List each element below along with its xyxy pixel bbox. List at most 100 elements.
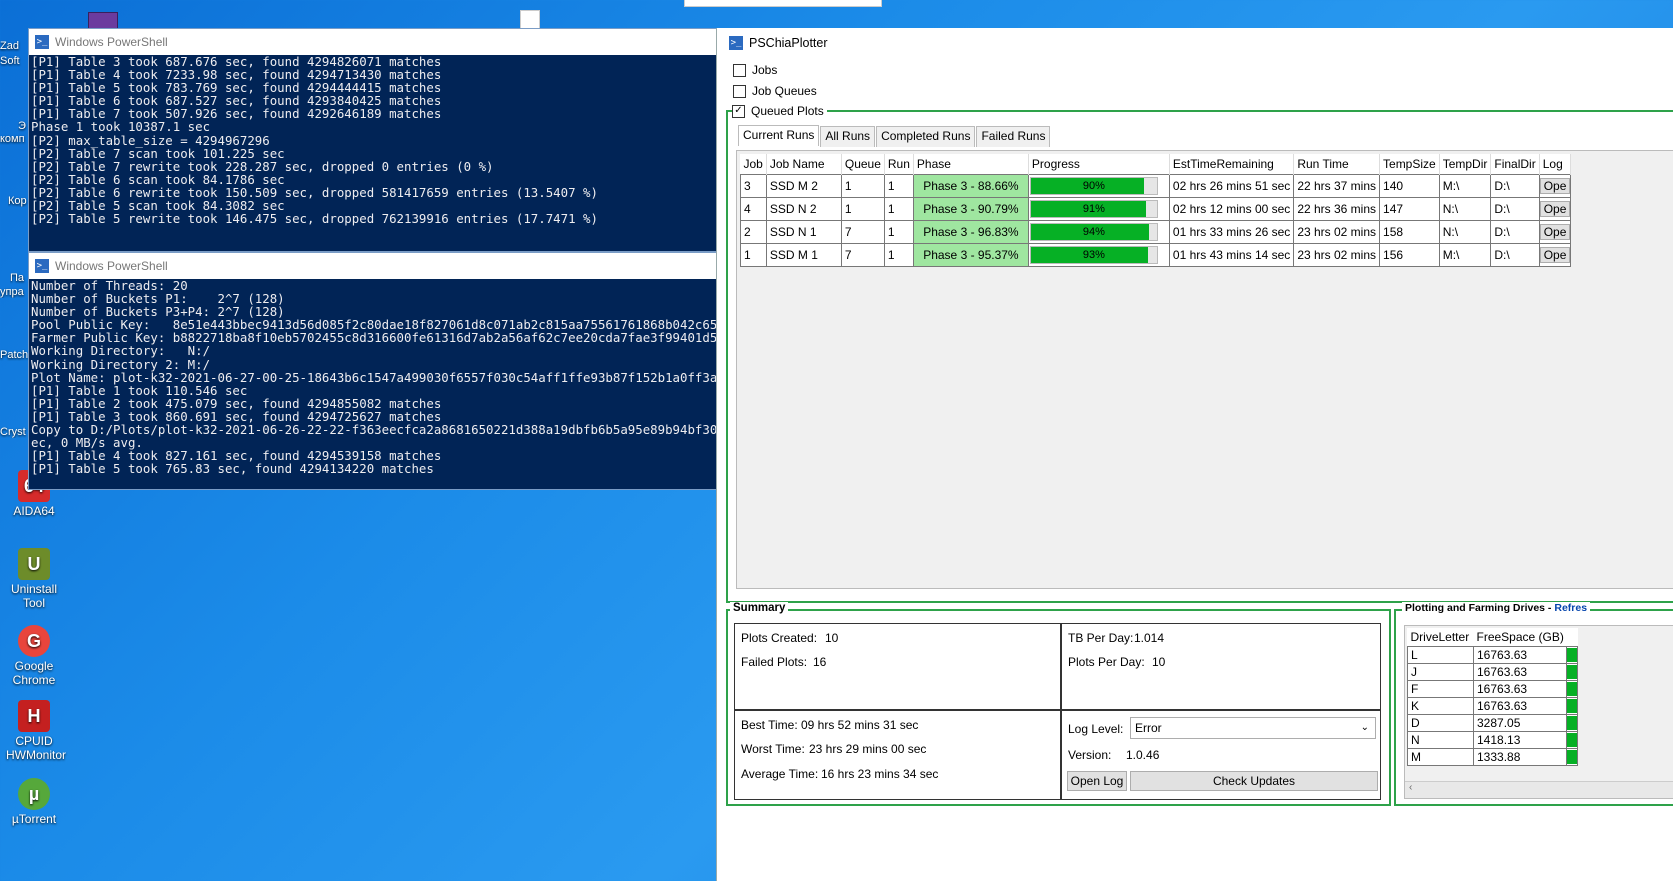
- job-cell: 3: [740, 174, 767, 198]
- table-row[interactable]: N 1418.13: [1407, 731, 1579, 749]
- column-header[interactable]: Queue: [841, 154, 885, 175]
- console-output[interactable]: Number of Threads: 20 Number of Buckets P…: [29, 279, 718, 476]
- tab-failed-runs[interactable]: Failed Runs: [976, 126, 1051, 147]
- column-header[interactable]: FinalDir: [1490, 154, 1540, 175]
- tab-all-runs[interactable]: All Runs: [820, 126, 876, 147]
- desktop-icon-uninstall-tool[interactable]: U Uninstall Tool: [0, 548, 68, 610]
- hwmonitor-icon: H: [18, 700, 50, 732]
- table-row[interactable]: D 3287.05: [1407, 714, 1579, 732]
- column-header[interactable]: Phase: [913, 154, 1029, 175]
- desktop-icon-label: CPUID HWMonitor: [6, 734, 67, 762]
- usage-cell: [1566, 646, 1579, 664]
- plots-created-value: 10: [825, 631, 839, 645]
- console-line: [P2] max_table_size = 4294967296: [31, 132, 270, 148]
- horizontal-scrollbar[interactable]: ‹: [1405, 781, 1673, 798]
- open-log-row-button[interactable]: Ope: [1539, 201, 1571, 217]
- desktop-label-fragment[interactable]: комп: [0, 133, 30, 145]
- desktop-label-fragment[interactable]: Zad: [0, 40, 30, 52]
- desktop-label-fragment[interactable]: Soft: [0, 55, 30, 67]
- progress-text: 90%: [1082, 180, 1105, 192]
- checkbox-box[interactable]: [733, 63, 746, 77]
- progress-cell: 90%: [1027, 174, 1170, 198]
- column-header[interactable]: Run: [884, 154, 914, 175]
- column-header[interactable]: TempDir: [1439, 154, 1492, 175]
- progress-cell: 91%: [1027, 197, 1170, 221]
- log-level-value: Error: [1135, 721, 1162, 735]
- job-cell: 4: [740, 197, 767, 221]
- refresh-link[interactable]: Refres: [1554, 602, 1587, 614]
- usage-cell: [1566, 663, 1579, 681]
- job-name-cell: SSD M 1: [765, 243, 842, 267]
- column-header[interactable]: EstTimeRemaining: [1169, 154, 1295, 175]
- final-dir-cell: D:\: [1490, 197, 1540, 221]
- powershell-window-top[interactable]: >_ Windows PowerShell [P1] Table 3 took …: [28, 28, 718, 252]
- table-row[interactable]: 1 SSD M 1 7 1 Phase 3 - 95.37% 93% 01 hrs 43 m…: [740, 243, 1572, 267]
- table-row[interactable]: F 16763.63: [1407, 680, 1579, 698]
- table-row[interactable]: 2 SSD N 1 7 1 Phase 3 - 96.83% 94% 01 hrs 33 m…: [740, 220, 1572, 244]
- phase-cell: Phase 3 - 95.37%: [912, 243, 1029, 267]
- drive-letter-cell: N: [1407, 731, 1474, 749]
- desktop-icon-google-chrome[interactable]: G Google Chrome: [0, 625, 68, 687]
- drive-letter-cell: L: [1407, 646, 1474, 664]
- log-level-select[interactable]: Error ⌄: [1130, 717, 1376, 739]
- powershell-titlebar[interactable]: >_ Windows PowerShell: [29, 29, 717, 55]
- table-row[interactable]: M 1333.88: [1407, 748, 1579, 766]
- table-row[interactable]: 3 SSD M 2 1 1 Phase 3 - 88.66% 90% 02 hrs 26 m…: [740, 174, 1572, 198]
- free-space-cell: 16763.63: [1472, 697, 1568, 715]
- powershell-titlebar[interactable]: >_ Windows PowerShell: [29, 253, 717, 279]
- desktop-icon-hwmonitor[interactable]: H CPUID HWMonitor: [0, 700, 68, 762]
- column-header[interactable]: FreeSpace (GB): [1474, 628, 1567, 647]
- phase-cell: Phase 3 - 96.83%: [912, 220, 1029, 244]
- checkbox-label: Jobs: [752, 63, 778, 77]
- tab-current-runs[interactable]: Current Runs: [738, 125, 820, 146]
- checkbox-box[interactable]: [733, 84, 746, 98]
- checkbox-box[interactable]: ✓: [732, 104, 745, 118]
- jobs-checkbox[interactable]: Jobs: [733, 63, 777, 77]
- table-row[interactable]: K 16763.63: [1407, 697, 1579, 715]
- console-line: Plot Name: plot-k32-2021-06-27-00-25-186…: [31, 369, 718, 385]
- job-queues-checkbox[interactable]: Job Queues: [733, 84, 817, 98]
- column-header[interactable]: Run Time: [1293, 154, 1381, 175]
- column-header[interactable]: DriveLetter: [1408, 628, 1474, 647]
- column-header[interactable]: Job Name: [766, 154, 842, 175]
- tab-completed-runs[interactable]: Completed Runs: [876, 126, 976, 147]
- run-time-cell: 22 hrs 36 mins: [1293, 197, 1381, 221]
- plots-created-label: Plots Created:: [741, 631, 818, 645]
- run-time-cell: 22 hrs 37 mins: [1293, 174, 1381, 198]
- job-name-cell: SSD M 2: [765, 174, 842, 198]
- open-log-row-button[interactable]: Ope: [1539, 224, 1571, 240]
- drives-grid: DriveLetter FreeSpace (GB) L 16763.63 J 167…: [1404, 625, 1673, 799]
- column-header[interactable]: Job: [740, 154, 767, 175]
- console-line: [P2] Table 7 rewrite took 228.287 sec, d…: [31, 158, 494, 174]
- open-log-button[interactable]: Open Log: [1067, 771, 1127, 791]
- table-row[interactable]: L 16763.63: [1407, 646, 1579, 664]
- open-log-row-button[interactable]: Ope: [1539, 178, 1571, 194]
- pschiaplotter-titlebar[interactable]: >_ PSChiaPlotter: [717, 28, 1673, 58]
- usage-cell: [1566, 748, 1579, 766]
- desktop-icon-label: AIDA64: [13, 504, 55, 518]
- desktop-label-fragment[interactable]: Patch: [0, 349, 30, 361]
- console-output[interactable]: [P1] Table 3 took 687.676 sec, found 429…: [29, 55, 717, 225]
- column-header[interactable]: TempSize: [1379, 154, 1440, 175]
- chevron-left-icon[interactable]: ‹: [1409, 782, 1412, 793]
- free-space-cell: 16763.63: [1472, 680, 1568, 698]
- column-header[interactable]: Log: [1539, 154, 1572, 175]
- desktop-icon-utorrent[interactable]: µ µTorrent: [0, 778, 68, 826]
- progress-bar: 91%: [1029, 200, 1158, 218]
- open-log-row-button[interactable]: Ope: [1539, 247, 1571, 263]
- desktop-label-fragment[interactable]: упра: [0, 286, 30, 298]
- table-row[interactable]: J 16763.63: [1407, 663, 1579, 681]
- free-space-cell: 16763.63: [1472, 646, 1568, 664]
- run-cell: 1: [883, 220, 914, 244]
- desktop-label-fragment[interactable]: Cryst: [0, 426, 30, 438]
- temp-dir-cell: M:\: [1438, 243, 1492, 267]
- check-updates-button[interactable]: Check Updates: [1130, 771, 1378, 791]
- queued-plots-checkbox[interactable]: ✓ Queued Plots: [732, 104, 827, 118]
- pschiaplotter-window[interactable]: >_ PSChiaPlotter Jobs Job Queues ✓ Queue…: [716, 28, 1673, 881]
- temp-size-cell: 158: [1379, 220, 1440, 244]
- column-header[interactable]: Progress: [1028, 154, 1170, 175]
- desktop-icon-label: Uninstall Tool: [10, 582, 58, 610]
- powershell-window-bottom[interactable]: >_ Windows PowerShell Number of Threads:…: [28, 252, 718, 490]
- table-row[interactable]: 4 SSD N 2 1 1 Phase 3 - 90.79% 91% 02 hrs 12 m…: [740, 197, 1572, 221]
- column-header: [1567, 628, 1578, 647]
